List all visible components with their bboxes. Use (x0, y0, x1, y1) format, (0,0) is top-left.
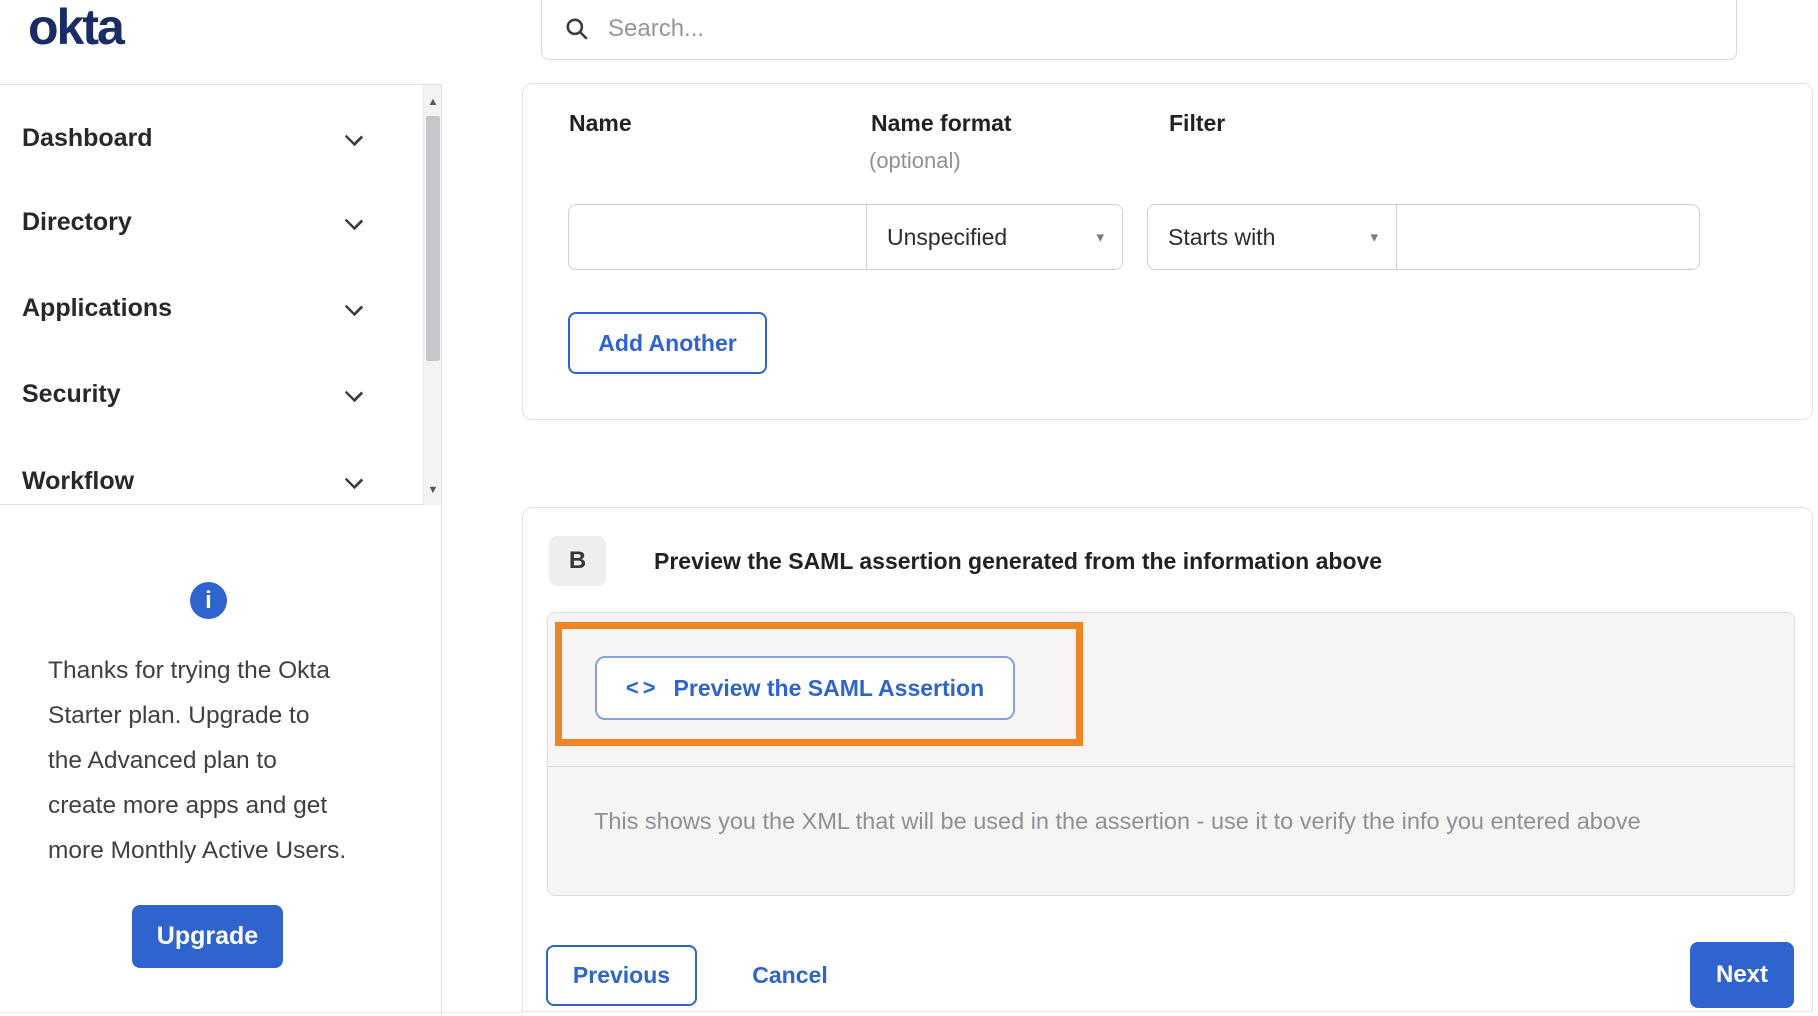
chevron-down-icon (344, 383, 364, 403)
attribute-statements-card: Name Name format (optional) Filter Unspe… (522, 83, 1813, 420)
sidebar-item-label: Dashboard (22, 123, 153, 152)
chevron-down-icon (344, 470, 364, 490)
filter-operator-select[interactable]: Starts with ▾ (1147, 204, 1397, 270)
name-column-label: Name (569, 110, 632, 136)
select-caret-icon: ▾ (1096, 229, 1104, 246)
scrollbar-thumb[interactable] (426, 116, 440, 361)
scroll-up-icon[interactable]: ▲ (424, 94, 442, 110)
preview-button-label: Preview the SAML Assertion (673, 674, 985, 701)
search-icon (566, 18, 588, 40)
upgrade-message: Thanks for trying the Okta Starter plan.… (48, 648, 393, 873)
sidebar-item-label: Security (22, 379, 121, 408)
add-another-button[interactable]: Add Another (568, 312, 767, 374)
section-b-title: Preview the SAML assertion generated fro… (654, 547, 1383, 574)
scroll-down-icon[interactable]: ▼ (424, 482, 442, 498)
attribute-name-input[interactable] (568, 204, 867, 270)
sidebar-item-label: Workflow (22, 466, 135, 495)
sidebar-scrollbar[interactable]: ▲ ▼ (423, 85, 441, 505)
next-button[interactable]: Next (1690, 942, 1794, 1008)
search-input[interactable] (606, 14, 1656, 44)
sidebar: Dashboard Directory Applications Securit… (0, 84, 441, 505)
preview-saml-card: B Preview the SAML assertion generated f… (522, 507, 1813, 1012)
global-search[interactable] (541, 0, 1737, 60)
preview-description: This shows you the XML that will be used… (594, 808, 1641, 834)
preview-saml-assertion-button[interactable]: <> Preview the SAML Assertion (595, 656, 1015, 720)
upgrade-message-line: create more apps and get (48, 792, 328, 819)
okta-logo: okta (28, 0, 125, 55)
name-format-select[interactable]: Unspecified ▾ (867, 204, 1123, 270)
sidebar-item-label: Applications (22, 293, 173, 322)
chevron-down-icon (344, 211, 364, 231)
upgrade-message-line: Starter plan. Upgrade to (48, 702, 310, 729)
sidebar-item-label: Directory (22, 207, 132, 236)
filter-operator-selected-value: Starts with (1168, 223, 1276, 250)
name-format-selected-value: Unspecified (887, 223, 1008, 250)
panel-divider (548, 766, 1794, 767)
info-icon: i (190, 582, 227, 619)
chevron-down-icon (344, 127, 364, 147)
sidebar-item-workflow[interactable]: Workflow (0, 459, 420, 503)
sidebar-item-applications[interactable]: Applications (0, 286, 420, 330)
name-format-column-label: Name format (871, 110, 1012, 136)
sidebar-item-directory[interactable]: Directory (0, 200, 420, 244)
chevron-down-icon (344, 297, 364, 317)
select-caret-icon: ▾ (1370, 229, 1378, 246)
left-panel-divider (441, 84, 442, 1016)
upgrade-message-line: the Advanced plan to (48, 747, 277, 774)
upgrade-button[interactable]: Upgrade (132, 905, 283, 968)
sidebar-item-dashboard[interactable]: Dashboard (0, 116, 420, 160)
sidebar-item-security[interactable]: Security (0, 372, 420, 416)
code-icon: <> (625, 675, 660, 700)
section-b-badge: B (549, 536, 606, 586)
name-format-optional-label: (optional) (869, 148, 961, 173)
filter-value-input[interactable] (1397, 204, 1700, 270)
upgrade-message-line: more Monthly Active Users. (48, 837, 347, 864)
cancel-link[interactable]: Cancel (735, 945, 845, 1006)
upgrade-message-line: Thanks for trying the Okta (48, 657, 330, 684)
previous-button[interactable]: Previous (546, 945, 697, 1006)
window-bottom-edge (0, 1012, 522, 1013)
filter-column-label: Filter (1169, 110, 1226, 136)
